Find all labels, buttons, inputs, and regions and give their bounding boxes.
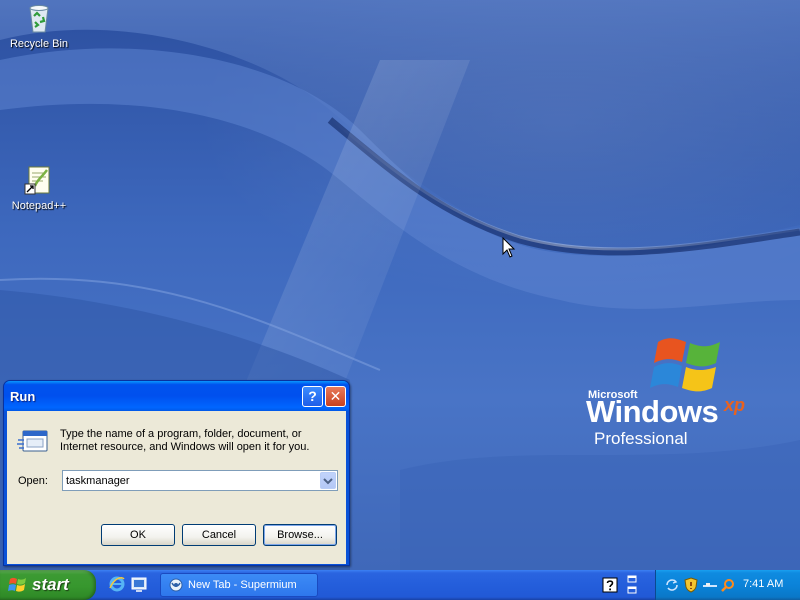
help-support-icon[interactable] <box>602 577 618 593</box>
ok-button[interactable]: OK <box>101 524 175 546</box>
supermium-browser-icon <box>169 578 183 592</box>
browse-button[interactable]: Browse... <box>263 524 337 546</box>
xp-logo-product: Windows <box>586 394 719 429</box>
windows-flag-icon <box>650 338 720 392</box>
taskbar-button-label: New Tab - Supermium <box>188 579 297 591</box>
run-dialog-body: Type the name of a program, folder, docu… <box>7 411 346 564</box>
security-shield-icon[interactable] <box>683 577 699 593</box>
windows-flag-icon <box>8 577 26 592</box>
show-desktop-icon[interactable] <box>130 575 148 593</box>
quick-launch-toolbar <box>106 575 154 595</box>
notepad-plus-plus-icon <box>24 166 50 195</box>
mouse-cursor-icon <box>502 237 516 258</box>
open-label: Open: <box>18 475 48 487</box>
cancel-button[interactable]: Cancel <box>182 524 256 546</box>
xp-logo-version: xp <box>724 395 746 415</box>
system-tray: 7:41 AM <box>655 570 800 600</box>
start-button[interactable]: start <box>0 570 96 600</box>
open-combobox[interactable] <box>62 470 338 491</box>
run-dialog-titlebar[interactable]: Run ? ✕ <box>4 381 349 411</box>
recycle-bin-icon <box>29 5 49 33</box>
taskbar-button-supermium[interactable]: New Tab - Supermium <box>160 573 318 597</box>
help-button[interactable]: ? <box>302 386 323 407</box>
xp-logo-edition: Professional <box>594 429 688 448</box>
combobox-dropdown-button[interactable] <box>320 472 336 489</box>
windows-xp-logo: Microsoft Windows xp Professional <box>586 332 776 452</box>
run-dialog[interactable]: Run ? ✕ Type the name of a program, fold… <box>3 380 350 566</box>
internet-explorer-icon[interactable] <box>108 575 126 593</box>
desktop-icon-notepad-plus-plus[interactable]: Notepad++ <box>1 164 77 212</box>
desktop-icon-recycle-bin[interactable]: Recycle Bin <box>1 2 77 50</box>
chevron-down-icon <box>323 478 333 485</box>
sync-icon[interactable] <box>664 577 680 593</box>
dialog-title: Run <box>10 389 36 404</box>
clock[interactable]: 7:41 AM <box>743 578 783 590</box>
close-button[interactable]: ✕ <box>325 386 346 407</box>
desktop-icon-label: Recycle Bin <box>9 38 69 50</box>
taskbar[interactable]: start New Tab - Supermium 7:41 AM <box>0 570 800 600</box>
desktop-icon-label: Notepad++ <box>11 200 67 212</box>
network-icon[interactable] <box>702 577 718 593</box>
restore-windows-icon[interactable] <box>626 574 638 596</box>
start-label: start <box>32 575 69 594</box>
run-description: Type the name of a program, folder, docu… <box>60 428 310 453</box>
open-input[interactable] <box>66 473 316 488</box>
search-icon[interactable] <box>720 577 736 593</box>
run-program-icon <box>17 430 48 452</box>
